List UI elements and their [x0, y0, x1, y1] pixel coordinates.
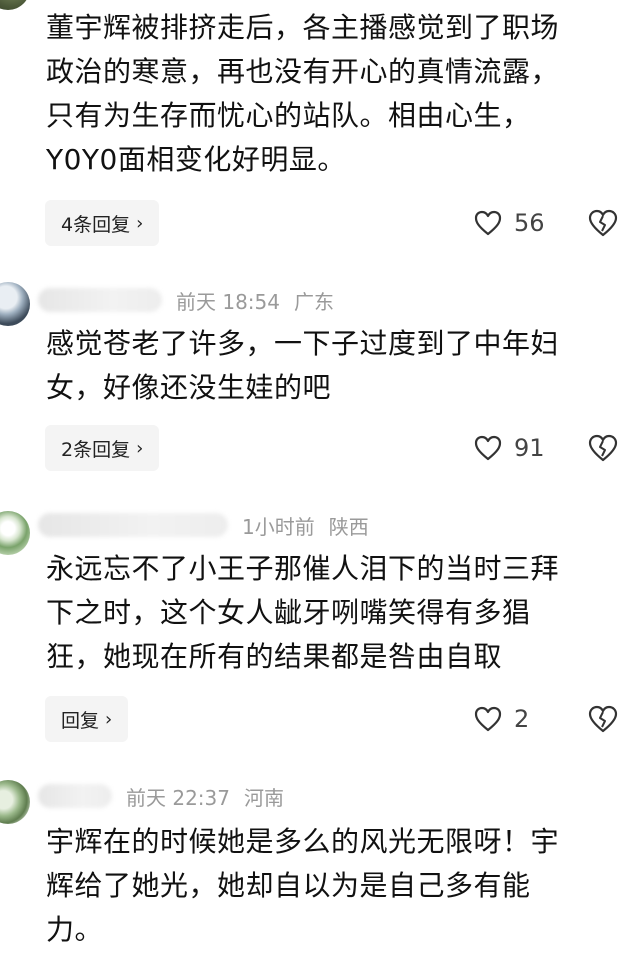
avatar[interactable]: [0, 282, 30, 326]
like-count: 2: [514, 705, 530, 733]
dislike-button[interactable]: [588, 696, 618, 742]
broken-heart-icon: [588, 434, 618, 462]
comment-text: 永远忘不了小王子那催人泪下的当时三拜 下之时，这个女人龇牙咧嘴笑得有多猖 狂，她…: [46, 552, 560, 673]
comment-location: 广东: [294, 289, 334, 314]
comment-meta: 前天 22:37 河南: [38, 780, 284, 812]
comment-location: 陕西: [328, 514, 369, 539]
comment-text: 感觉苍老了许多，一下子过度到了中年妇 女，好像还没生娃的吧: [46, 327, 560, 404]
username[interactable]: [38, 288, 162, 312]
comment-time: 前天 18:54: [176, 289, 280, 314]
like-button[interactable]: 2: [474, 696, 529, 742]
heart-outline-icon: [474, 210, 502, 236]
heart-outline-icon: [474, 706, 502, 732]
like-count: 91: [514, 434, 545, 462]
like-button[interactable]: 91: [474, 425, 545, 471]
comment-time: 1小时前: [242, 514, 315, 539]
chevron-right-icon: ›: [136, 437, 144, 459]
dislike-button[interactable]: [588, 425, 618, 471]
comment-location: 河南: [244, 785, 284, 810]
username[interactable]: [38, 784, 112, 808]
avatar[interactable]: [0, 511, 30, 555]
like-button[interactable]: 56: [474, 200, 545, 246]
reply-label: 4条回复: [61, 213, 131, 236]
reply-button[interactable]: 回复 ›: [45, 696, 129, 742]
view-replies-button[interactable]: 2条回复 ›: [45, 425, 160, 471]
broken-heart-icon: [588, 705, 618, 733]
avatar[interactable]: [0, 780, 30, 824]
heart-outline-icon: [474, 435, 502, 461]
comment-text: 董宇辉被排挤走后，各主播感觉到了职场 政治的寒意，再也没有开心的真情流露， 只有…: [46, 11, 560, 176]
reply-label: 2条回复: [61, 438, 131, 461]
reply-label: 回复: [61, 709, 100, 732]
comment-meta: 前天 18:54 广东: [38, 284, 334, 316]
comment-time: 前天 22:37: [126, 785, 230, 810]
username[interactable]: [38, 513, 228, 537]
chevron-right-icon: ›: [136, 212, 144, 234]
view-replies-button[interactable]: 4条回复 ›: [45, 200, 160, 246]
broken-heart-icon: [588, 209, 618, 237]
chevron-right-icon: ›: [105, 708, 113, 730]
like-count: 56: [514, 209, 545, 237]
dislike-button[interactable]: [588, 200, 618, 246]
avatar[interactable]: [0, 0, 30, 10]
comment-text: 宇辉在的时候她是多么的风光无限呀！宇 辉给了她光，她却自以为是自己多有能 力。: [46, 825, 560, 946]
comment-meta: 1小时前 陕西: [38, 509, 369, 541]
